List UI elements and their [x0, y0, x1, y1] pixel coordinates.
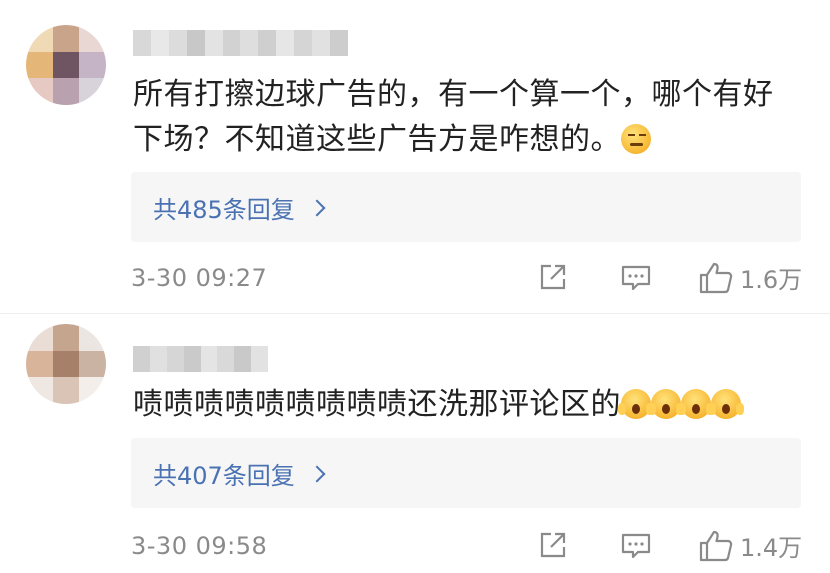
- avatar-mosaic-tile: [79, 377, 106, 404]
- comment-icon: [621, 265, 651, 291]
- avatar-mosaic-tile: [52, 25, 80, 52]
- username-mosaic-tile: [186, 30, 205, 56]
- chevron-right-icon: [308, 199, 326, 216]
- avatar-mosaic-tile: [79, 25, 106, 52]
- view-replies-link[interactable]: 共485条回复: [153, 190, 326, 225]
- comment-icon: [621, 533, 651, 559]
- comment-text: 所有打擦边球广告的，有一个算一个，哪个有好下场？不知道这些广告方是咋想的。: [133, 72, 803, 162]
- share-button[interactable]: [538, 262, 568, 292]
- comment-text: 啧啧啧啧啧啧啧啧啧还洗那评论区的: [133, 382, 803, 427]
- avatar-mosaic-tile: [26, 51, 53, 79]
- avatar-mosaic-tile: [26, 78, 53, 105]
- avatar-mosaic-tile: [79, 324, 106, 351]
- comment-button[interactable]: [620, 263, 652, 293]
- avatar-mosaic-tile: [52, 78, 80, 105]
- username-mosaic-tile: [240, 30, 259, 56]
- avatar[interactable]: [26, 324, 106, 404]
- avatar-mosaic-tile: [26, 324, 53, 351]
- username-mosaic-tile: [133, 346, 150, 372]
- comment-body: 啧啧啧啧啧啧啧啧啧还洗那评论区的: [133, 387, 621, 422]
- like-count: 1.4万: [740, 534, 803, 562]
- username-mosaic-tile: [234, 346, 252, 372]
- avatar-mosaic-tile: [52, 377, 80, 404]
- like-icon: [699, 530, 733, 561]
- comment-button[interactable]: [620, 531, 652, 561]
- avatar-mosaic-tile: [52, 51, 80, 79]
- username-mosaic-tile: [312, 30, 330, 56]
- reply-count-label: 共485条回复: [153, 196, 295, 224]
- avatar[interactable]: [26, 25, 106, 105]
- username-blurred[interactable]: [133, 346, 268, 372]
- username-mosaic-tile: [168, 30, 187, 56]
- avatar-mosaic-tile: [52, 324, 80, 351]
- avatar-mosaic-tile: [26, 350, 53, 378]
- comment-timestamp: 3-30 09:58: [131, 532, 268, 560]
- username-mosaic-tile: [204, 30, 223, 56]
- reply-count-label: 共407条回复: [153, 462, 295, 490]
- avatar-mosaic-tile: [79, 350, 106, 378]
- scream-emoji: [648, 389, 681, 419]
- comment-item: 所有打擦边球广告的，有一个算一个，哪个有好下场？不知道这些广告方是咋想的。 共4…: [0, 0, 830, 312]
- like-button[interactable]: 1.4万: [698, 528, 802, 563]
- comment-timestamp: 3-30 09:27: [131, 264, 268, 292]
- username-mosaic-tile: [258, 30, 277, 56]
- share-button[interactable]: [538, 530, 568, 560]
- scream-emoji: [708, 389, 741, 419]
- username-mosaic-tile: [329, 30, 348, 56]
- username-mosaic-tile: [133, 30, 151, 56]
- avatar-mosaic-tile: [79, 51, 106, 79]
- username-mosaic-tile: [183, 346, 201, 372]
- avatar-mosaic-tile: [26, 377, 53, 404]
- scream-emoji: [618, 389, 651, 419]
- scream-emoji: [678, 389, 711, 419]
- like-button[interactable]: 1.6万: [698, 260, 802, 295]
- username-mosaic-tile: [217, 346, 235, 372]
- username-mosaic-tile: [222, 30, 241, 56]
- username-mosaic-tile: [149, 346, 167, 372]
- smirk-emoji: [621, 124, 651, 154]
- comment-body: 所有打擦边球广告的，有一个算一个，哪个有好下场？不知道这些广告方是咋想的。: [133, 77, 774, 157]
- reply-summary-box[interactable]: 共485条回复: [131, 172, 801, 242]
- username-mosaic-tile: [251, 346, 268, 372]
- username-mosaic-tile: [200, 346, 218, 372]
- avatar-mosaic-tile: [79, 78, 106, 105]
- chevron-right-icon: [308, 465, 326, 482]
- username-mosaic-tile: [276, 30, 295, 56]
- comment-item: 啧啧啧啧啧啧啧啧啧还洗那评论区的 共407条回复 3-30 09:58 1.4万: [0, 313, 830, 573]
- username-mosaic-tile: [294, 30, 313, 56]
- like-count: 1.6万: [740, 266, 803, 294]
- reply-summary-box[interactable]: 共407条回复: [131, 438, 801, 508]
- username-blurred[interactable]: [133, 30, 348, 56]
- view-replies-link[interactable]: 共407条回复: [153, 456, 326, 491]
- avatar-mosaic-tile: [26, 25, 53, 52]
- avatar-mosaic-tile: [52, 350, 80, 378]
- username-mosaic-tile: [150, 30, 169, 56]
- like-icon: [699, 262, 733, 293]
- share-icon: [540, 532, 566, 558]
- username-mosaic-tile: [166, 346, 184, 372]
- share-icon: [540, 264, 566, 290]
